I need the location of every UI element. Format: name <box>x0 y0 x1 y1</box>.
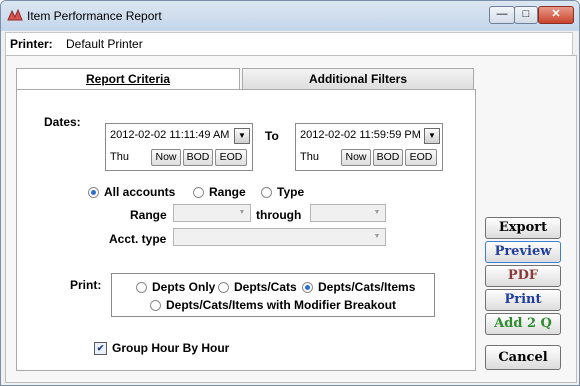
group-hour-label: Group Hour By Hour <box>112 341 230 355</box>
radio-type[interactable]: Type <box>261 185 304 199</box>
radio-depts-cats-label: Depts/Cats <box>234 280 297 294</box>
radio-type-dot <box>261 186 272 198</box>
report-window: Item Performance Report — □ ✕ Printer: D… <box>0 0 580 386</box>
to-date-field[interactable]: 2012-02-02 11:59:59 PM ▼ Thu Now BOD EOD <box>295 123 443 171</box>
range-from-select[interactable]: ▼ <box>173 204 251 222</box>
cancel-button[interactable]: Cancel <box>485 345 561 370</box>
radio-modifier-breakout-dot <box>150 299 161 311</box>
range-from-chevron-down-icon: ▼ <box>238 209 246 216</box>
tab-additional-filters[interactable]: Additional Filters <box>242 68 474 90</box>
pdf-button[interactable]: PDF <box>485 265 561 287</box>
radio-depts-only[interactable]: Depts Only <box>136 280 215 294</box>
radio-depts-cats-dot <box>218 281 229 293</box>
to-day-label: Thu <box>300 151 319 163</box>
radio-depts-cats-items-dot <box>302 281 313 293</box>
close-button[interactable]: ✕ <box>538 6 574 24</box>
to-date-dropdown-icon[interactable]: ▼ <box>424 128 440 144</box>
checkmark-icon: ✔ <box>94 341 107 355</box>
range-to-select[interactable]: ▼ <box>310 204 386 222</box>
radio-depts-cats-items-label: Depts/Cats/Items <box>318 280 416 294</box>
acct-type-chevron-down-icon: ▼ <box>373 233 381 240</box>
print-button[interactable]: Print <box>485 289 561 311</box>
print-options-group: Depts Only Depts/Cats Depts/Cats/Items D… <box>111 273 435 317</box>
range-to-chevron-down-icon: ▼ <box>373 209 381 216</box>
acct-type-label: Acct. type <box>109 232 167 246</box>
printer-bar: Printer: Default Printer <box>5 32 573 56</box>
to-bod-button[interactable]: BOD <box>373 149 403 166</box>
to-date-value: 2012-02-02 11:59:59 PM <box>300 129 421 141</box>
from-now-button[interactable]: Now <box>151 149 181 166</box>
radio-depts-cats-items[interactable]: Depts/Cats/Items <box>302 280 415 294</box>
to-now-button[interactable]: Now <box>341 149 371 166</box>
tab-additional-filters-label: Additional Filters <box>308 72 407 86</box>
radio-depts-only-label: Depts Only <box>152 280 216 294</box>
range-label: Range <box>130 208 167 222</box>
radio-range-dot <box>193 186 204 198</box>
report-body: Report Criteria Additional Filters Dates… <box>5 55 577 383</box>
from-day-label: Thu <box>110 151 129 163</box>
tab-report-criteria[interactable]: Report Criteria <box>16 68 240 90</box>
to-label: To <box>265 129 279 143</box>
radio-all-accounts-label: All accounts <box>104 185 176 199</box>
radio-modifier-breakout[interactable]: Depts/Cats/Items with Modifier Breakout <box>150 298 396 312</box>
tab-report-criteria-label: Report Criteria <box>85 72 171 86</box>
from-date-field[interactable]: 2012-02-02 11:11:49 AM ▼ Thu Now BOD EOD <box>105 123 253 171</box>
to-eod-button[interactable]: EOD <box>405 149 437 166</box>
from-date-value: 2012-02-02 11:11:49 AM <box>110 129 230 141</box>
radio-all-accounts-dot <box>88 186 99 198</box>
preview-button[interactable]: Preview <box>485 241 561 263</box>
radio-modifier-breakout-label: Depts/Cats/Items with Modifier Breakout <box>166 298 397 312</box>
window-title: Item Performance Report <box>27 9 162 23</box>
through-label: through <box>256 208 302 222</box>
app-icon <box>7 8 23 21</box>
radio-depts-only-dot <box>136 281 147 293</box>
radio-range-label: Range <box>209 185 246 199</box>
title-bar: Item Performance Report — □ ✕ <box>1 1 579 31</box>
from-bod-button[interactable]: BOD <box>183 149 213 166</box>
from-eod-button[interactable]: EOD <box>215 149 247 166</box>
acct-type-select[interactable]: ▼ <box>173 228 386 246</box>
dates-label: Dates: <box>44 115 81 129</box>
group-hour-checkbox[interactable]: ✔ Group Hour By Hour <box>94 341 229 355</box>
radio-type-label: Type <box>277 185 305 199</box>
radio-depts-cats[interactable]: Depts/Cats <box>218 280 297 294</box>
printer-value[interactable]: Default Printer <box>66 37 143 51</box>
minimize-button[interactable]: — <box>489 6 515 24</box>
radio-range[interactable]: Range <box>193 185 246 199</box>
export-button[interactable]: Export <box>485 217 561 239</box>
printer-label: Printer: <box>10 37 53 51</box>
add-to-queue-button[interactable]: Add 2 Q <box>485 313 561 335</box>
radio-all-accounts[interactable]: All accounts <box>88 185 175 199</box>
from-date-dropdown-icon[interactable]: ▼ <box>234 128 250 144</box>
report-criteria-panel: Dates: 2012-02-02 11:11:49 AM ▼ Thu Now … <box>16 89 476 371</box>
print-label: Print: <box>70 278 102 292</box>
maximize-button[interactable]: □ <box>514 6 538 24</box>
